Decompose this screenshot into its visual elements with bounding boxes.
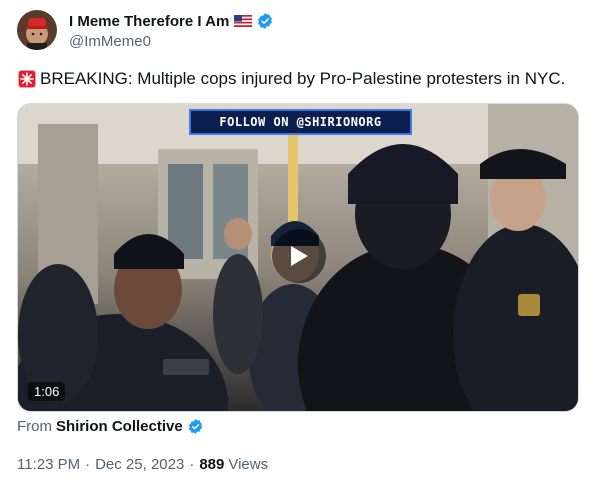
author-names: I Meme Therefore I Am @ImMeme0: [69, 10, 274, 50]
tweet-text: BREAKING: Multiple cops injured by Pro-P…: [17, 67, 565, 91]
tweet-date[interactable]: Dec 25, 2023: [95, 456, 184, 473]
author-handle[interactable]: @ImMeme0: [69, 33, 274, 50]
video-duration: 1:06: [28, 382, 66, 401]
source-prefix: From: [17, 418, 52, 435]
video-player[interactable]: FOLLOW ON @SHIRIONORG 1:06: [17, 103, 579, 412]
us-flag-icon: [234, 15, 253, 27]
views-label: Views: [228, 456, 269, 473]
tweet-body: BREAKING: Multiple cops injured by Pro-P…: [40, 69, 566, 88]
source-name[interactable]: Shirion Collective: [56, 418, 183, 435]
verified-badge-icon: [187, 418, 204, 435]
verified-badge-icon: [256, 12, 274, 30]
tweet-meta: 11:23 PM · Dec 25, 2023 · 889 Views: [17, 456, 268, 473]
watermark-banner: FOLLOW ON @SHIRIONORG: [189, 109, 412, 135]
avatar[interactable]: [17, 10, 57, 50]
name-row: I Meme Therefore I Am: [69, 10, 274, 32]
views-count: 889: [199, 456, 225, 473]
tweet-card: I Meme Therefore I Am @ImMeme0 BREAKING:…: [0, 0, 611, 492]
play-button[interactable]: [272, 229, 326, 283]
tweet-header: I Meme Therefore I Am @ImMeme0: [17, 10, 274, 54]
play-icon: [288, 244, 310, 268]
video-source: From Shirion Collective: [17, 418, 204, 435]
siren-icon: [17, 69, 37, 89]
separator-dot: ·: [189, 456, 195, 473]
display-name[interactable]: I Meme Therefore I Am: [69, 13, 229, 30]
separator-dot: ·: [85, 456, 91, 473]
tweet-time[interactable]: 11:23 PM: [17, 456, 80, 473]
